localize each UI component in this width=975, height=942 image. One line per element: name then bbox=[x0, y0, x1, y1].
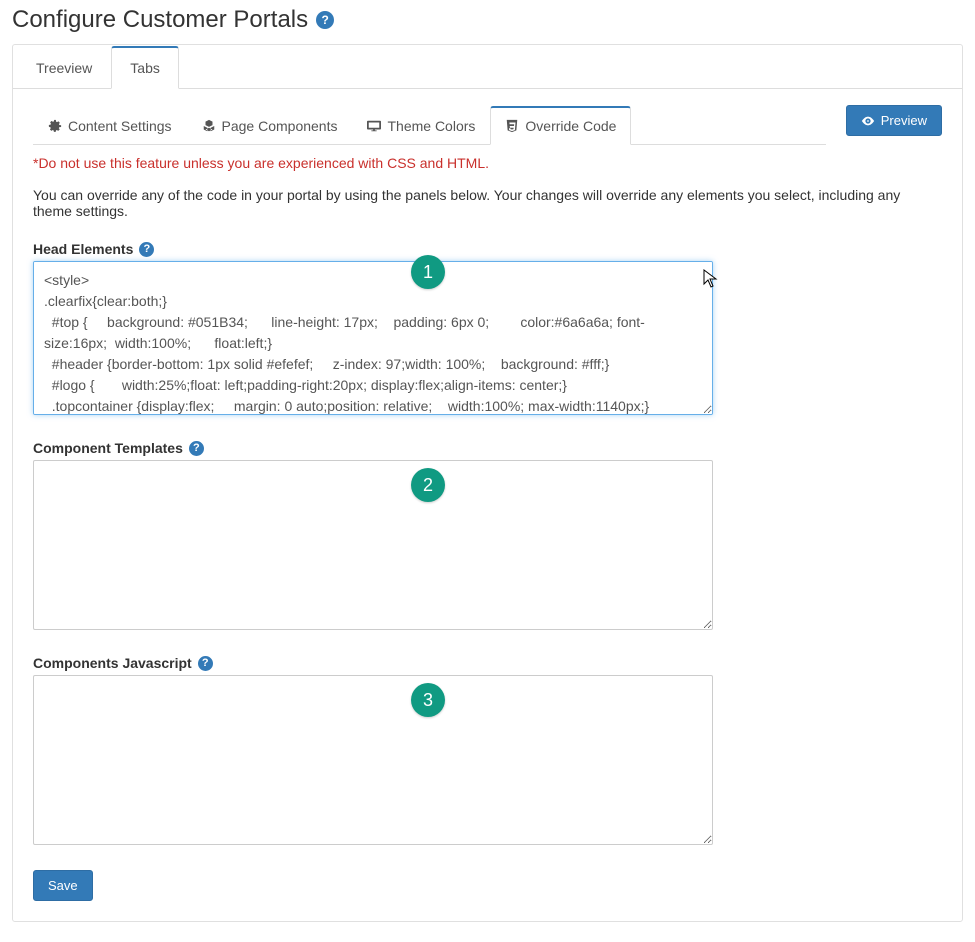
components-javascript-label: Components Javascript ? bbox=[33, 655, 942, 671]
tab-treeview[interactable]: Treeview bbox=[17, 46, 111, 89]
tab-override-code[interactable]: Override Code bbox=[490, 106, 631, 145]
view-tabs: Treeview Tabs bbox=[13, 45, 962, 89]
tab-content: Content Settings Page Components Theme C… bbox=[13, 89, 962, 921]
tab-page-components-label: Page Components bbox=[222, 118, 338, 134]
eye-icon bbox=[861, 114, 875, 128]
gear-icon bbox=[48, 119, 62, 133]
css-icon bbox=[505, 119, 519, 133]
components-javascript-textarea[interactable] bbox=[33, 675, 713, 845]
help-icon[interactable]: ? bbox=[316, 11, 334, 29]
head-elements-textarea[interactable] bbox=[33, 261, 713, 415]
main-card: Treeview Tabs Content Settings Page Comp… bbox=[12, 44, 963, 922]
component-templates-textarea[interactable] bbox=[33, 460, 713, 630]
help-icon[interactable]: ? bbox=[139, 242, 154, 257]
page-title: Configure Customer Portals ? bbox=[12, 6, 963, 34]
tab-theme-colors-label: Theme Colors bbox=[387, 118, 475, 134]
components-javascript-block: Components Javascript ? 3 bbox=[33, 655, 942, 848]
tab-theme-colors[interactable]: Theme Colors bbox=[352, 106, 490, 145]
save-button-label: Save bbox=[48, 878, 78, 893]
description-text: You can override any of the code in your… bbox=[33, 187, 942, 219]
config-tabs: Content Settings Page Components Theme C… bbox=[33, 105, 826, 145]
config-row: Content Settings Page Components Theme C… bbox=[33, 105, 942, 145]
warning-text: *Do not use this feature unless you are … bbox=[33, 155, 942, 171]
save-button[interactable]: Save bbox=[33, 870, 93, 901]
component-templates-block: Component Templates ? 2 bbox=[33, 440, 942, 633]
tab-content-settings-label: Content Settings bbox=[68, 118, 172, 134]
preview-button-label: Preview bbox=[881, 113, 927, 128]
tab-page-components[interactable]: Page Components bbox=[187, 106, 353, 145]
tab-content-settings[interactable]: Content Settings bbox=[33, 106, 187, 145]
head-elements-label: Head Elements ? bbox=[33, 241, 942, 257]
cubes-icon bbox=[202, 119, 216, 133]
help-icon[interactable]: ? bbox=[198, 656, 213, 671]
tab-tabs[interactable]: Tabs bbox=[111, 46, 179, 89]
head-elements-block: Head Elements ? 1 bbox=[33, 241, 942, 418]
component-templates-label: Component Templates ? bbox=[33, 440, 942, 456]
help-icon[interactable]: ? bbox=[189, 441, 204, 456]
desktop-icon bbox=[367, 119, 381, 133]
page-title-text: Configure Customer Portals bbox=[12, 6, 308, 34]
preview-button[interactable]: Preview bbox=[846, 105, 942, 136]
tab-override-code-label: Override Code bbox=[525, 118, 616, 134]
